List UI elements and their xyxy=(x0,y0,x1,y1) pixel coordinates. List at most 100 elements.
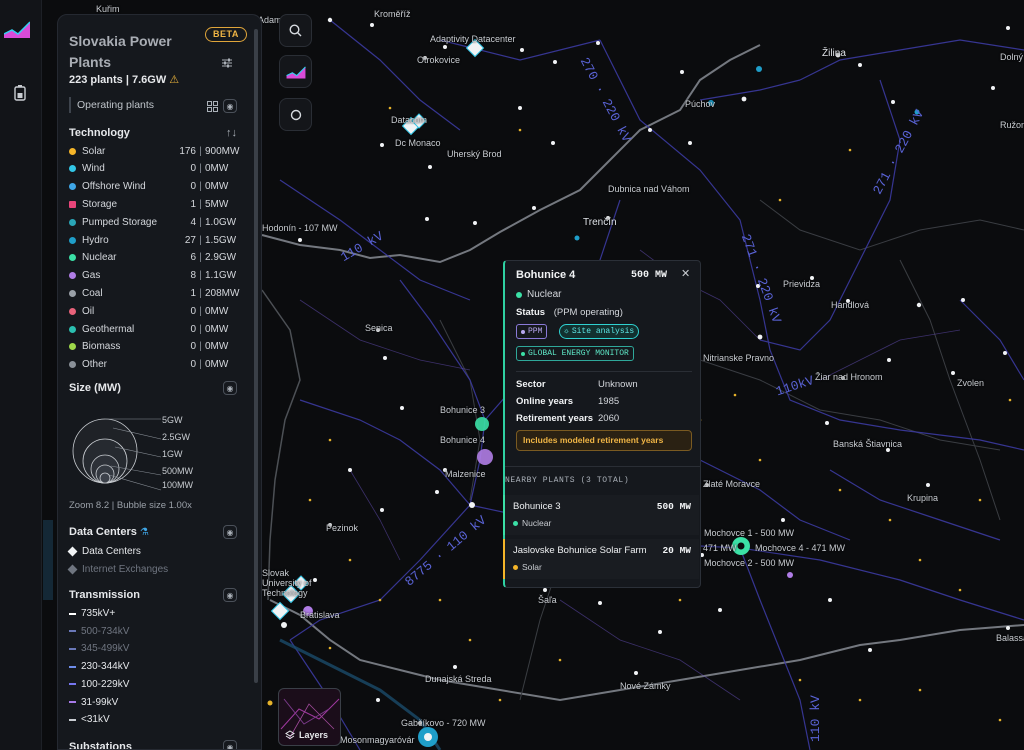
technology-capacity: 1.0GW xyxy=(205,216,237,228)
map-place-label: Malzenice xyxy=(445,469,486,479)
transmission-label: 31-99kV xyxy=(81,696,119,708)
technology-row-storage[interactable]: Storage 1 | 5MW xyxy=(69,195,241,213)
target-icon[interactable]: ◉ xyxy=(223,381,237,395)
technology-row-oil[interactable]: Oil 0 | 0MW xyxy=(69,302,241,320)
technology-name: Gas xyxy=(82,270,101,282)
separator: | xyxy=(199,234,202,246)
line-swatch xyxy=(69,665,76,668)
technology-capacity: 0MW xyxy=(205,163,229,175)
chart-logo-button[interactable] xyxy=(279,55,312,88)
ppm-tag[interactable]: PPM xyxy=(516,324,548,339)
close-icon[interactable]: ✕ xyxy=(681,267,690,280)
map-place-label: Adaptivity Datacenter xyxy=(430,34,516,44)
flask-icon[interactable]: ⚗ xyxy=(140,527,149,538)
nuclear-dot-icon xyxy=(516,291,522,298)
technology-row-other[interactable]: Other 0 | 0MW xyxy=(69,356,241,374)
technology-count: 0 xyxy=(190,305,196,317)
transmission-label: <31kV xyxy=(81,714,110,726)
technology-row-nuclear[interactable]: Nuclear 6 | 2.9GW xyxy=(69,249,241,267)
chart-logo-icon[interactable] xyxy=(4,18,30,40)
popup-field-key: Sector xyxy=(516,379,546,390)
target-icon[interactable]: ◉ xyxy=(223,588,237,602)
legend-swatch xyxy=(69,183,76,191)
map-place-label: Žilina xyxy=(822,48,846,59)
sort-arrows-icon[interactable]: ↑↓ xyxy=(226,127,237,139)
diamond-icon xyxy=(67,564,78,575)
grid-view-icon[interactable] xyxy=(205,99,219,113)
page-title: Slovakia Power Plants xyxy=(69,31,199,73)
panel-scrollbar[interactable] xyxy=(254,29,258,683)
warning-icon[interactable]: ⚠ xyxy=(169,74,179,86)
legend-transmission-6[interactable]: <31kV xyxy=(69,714,110,725)
site-analysis-text: Site analysis xyxy=(571,327,635,336)
map-place-label: Datacom xyxy=(391,115,428,125)
search-icon xyxy=(289,24,302,37)
page-title-line1: Slovakia Power xyxy=(69,33,172,49)
line-swatch xyxy=(69,612,76,615)
circle-button[interactable] xyxy=(279,98,312,131)
legend-transmission-5[interactable]: 31-99kV xyxy=(69,697,118,708)
technology-row-pumped-storage[interactable]: Pumped Storage 4 | 1.0GW xyxy=(69,213,241,231)
technology-count: 6 xyxy=(190,252,196,264)
technology-row-wind[interactable]: Wind 0 | 0MW xyxy=(69,160,241,178)
legend-swatch xyxy=(69,361,76,369)
search-button[interactable] xyxy=(279,14,312,47)
legend-data-centers[interactable]: Data Centers xyxy=(67,546,141,557)
settings-sliders-icon[interactable] xyxy=(221,57,233,72)
legend-swatch xyxy=(69,218,76,226)
nearby-plant-item[interactable]: Jaslovske Bohunice Solar Farm 20 MW Solar xyxy=(503,539,699,579)
legend-internet-exchanges[interactable]: Internet Exchanges xyxy=(67,564,168,575)
nearby-heading: NEARBY PLANTS (3 TOTAL) xyxy=(505,476,630,485)
target-icon[interactable]: ◉ xyxy=(223,740,237,749)
map-place-label: Dc Monaco xyxy=(395,138,441,148)
technology-capacity: 900MW xyxy=(205,145,240,157)
technology-row-coal[interactable]: Coal 1 | 208MW xyxy=(69,284,241,302)
battery-icon[interactable] xyxy=(5,78,35,108)
separator: | xyxy=(199,181,202,193)
popup-status: Status (PPM operating) xyxy=(516,307,623,318)
nearby-plant-item[interactable]: Bohunice 3 500 MW Nuclear xyxy=(503,495,699,535)
target-icon[interactable]: ◉ xyxy=(223,525,237,539)
popup-field-key: Retirement years xyxy=(516,413,594,424)
technology-row-biomass[interactable]: Biomass 0 | 0MW xyxy=(69,338,241,356)
page-title-line2: Plants xyxy=(69,54,112,70)
legend-swatch xyxy=(69,147,76,155)
layers-button[interactable]: Layers xyxy=(278,688,341,746)
target-icon[interactable]: ◉ xyxy=(223,99,237,113)
legend-swatch xyxy=(69,289,76,297)
gem-tag[interactable]: GLOBAL ENERGY MONITOR xyxy=(516,346,634,361)
layers-label-text: Layers xyxy=(299,730,329,740)
dot-icon xyxy=(521,351,525,356)
filter-operating-plants[interactable]: Operating plants xyxy=(69,97,154,113)
map-place-label: Ružomberok xyxy=(1000,120,1024,130)
left-rail xyxy=(0,0,42,750)
legend-transmission-2[interactable]: 345-499kV xyxy=(69,643,129,654)
technology-name: Biomass xyxy=(82,341,121,353)
technology-row-solar[interactable]: Solar 176 | 900MW xyxy=(69,142,241,160)
popup-type: Nuclear xyxy=(516,289,561,300)
line-swatch xyxy=(69,701,76,703)
separator: | xyxy=(199,341,202,353)
popup-field-value: 1985 xyxy=(598,396,620,407)
legend-transmission-4[interactable]: 100-229kV xyxy=(69,679,129,690)
legend-transmission-1[interactable]: 500-734kV xyxy=(69,626,129,637)
legend-transmission-0[interactable]: 735kV+ xyxy=(69,608,115,619)
map-place-label: Gabčíkovo - 720 MW xyxy=(401,718,486,728)
transmission-label: 345-499kV xyxy=(81,643,130,655)
popup-field-key: Online years xyxy=(516,396,574,407)
popup-title: Bohunice 4 xyxy=(516,269,576,281)
technology-name: Wind xyxy=(82,163,105,175)
popup-status-label: Status xyxy=(516,307,546,318)
map-place-label: Bratislava xyxy=(300,610,340,620)
technology-count: 176 xyxy=(179,145,196,157)
technology-row-gas[interactable]: Gas 8 | 1.1GW xyxy=(69,267,241,285)
site-analysis-button[interactable]: ☼ Site analysis xyxy=(559,324,640,339)
legend-swatch xyxy=(69,307,76,315)
legend-transmission-3[interactable]: 230-344kV xyxy=(69,661,129,672)
nearby-plant-type-text: Nuclear xyxy=(522,518,552,528)
technology-row-hydro[interactable]: Hydro 27 | 1.5GW xyxy=(69,231,241,249)
technology-row-geothermal[interactable]: Geothermal 0 | 0MW xyxy=(69,320,241,338)
technology-capacity: 2.9GW xyxy=(205,252,237,264)
technology-row-offshore-wind[interactable]: Offshore Wind 0 | 0MW xyxy=(69,178,241,196)
technology-name: Nuclear xyxy=(82,252,117,264)
